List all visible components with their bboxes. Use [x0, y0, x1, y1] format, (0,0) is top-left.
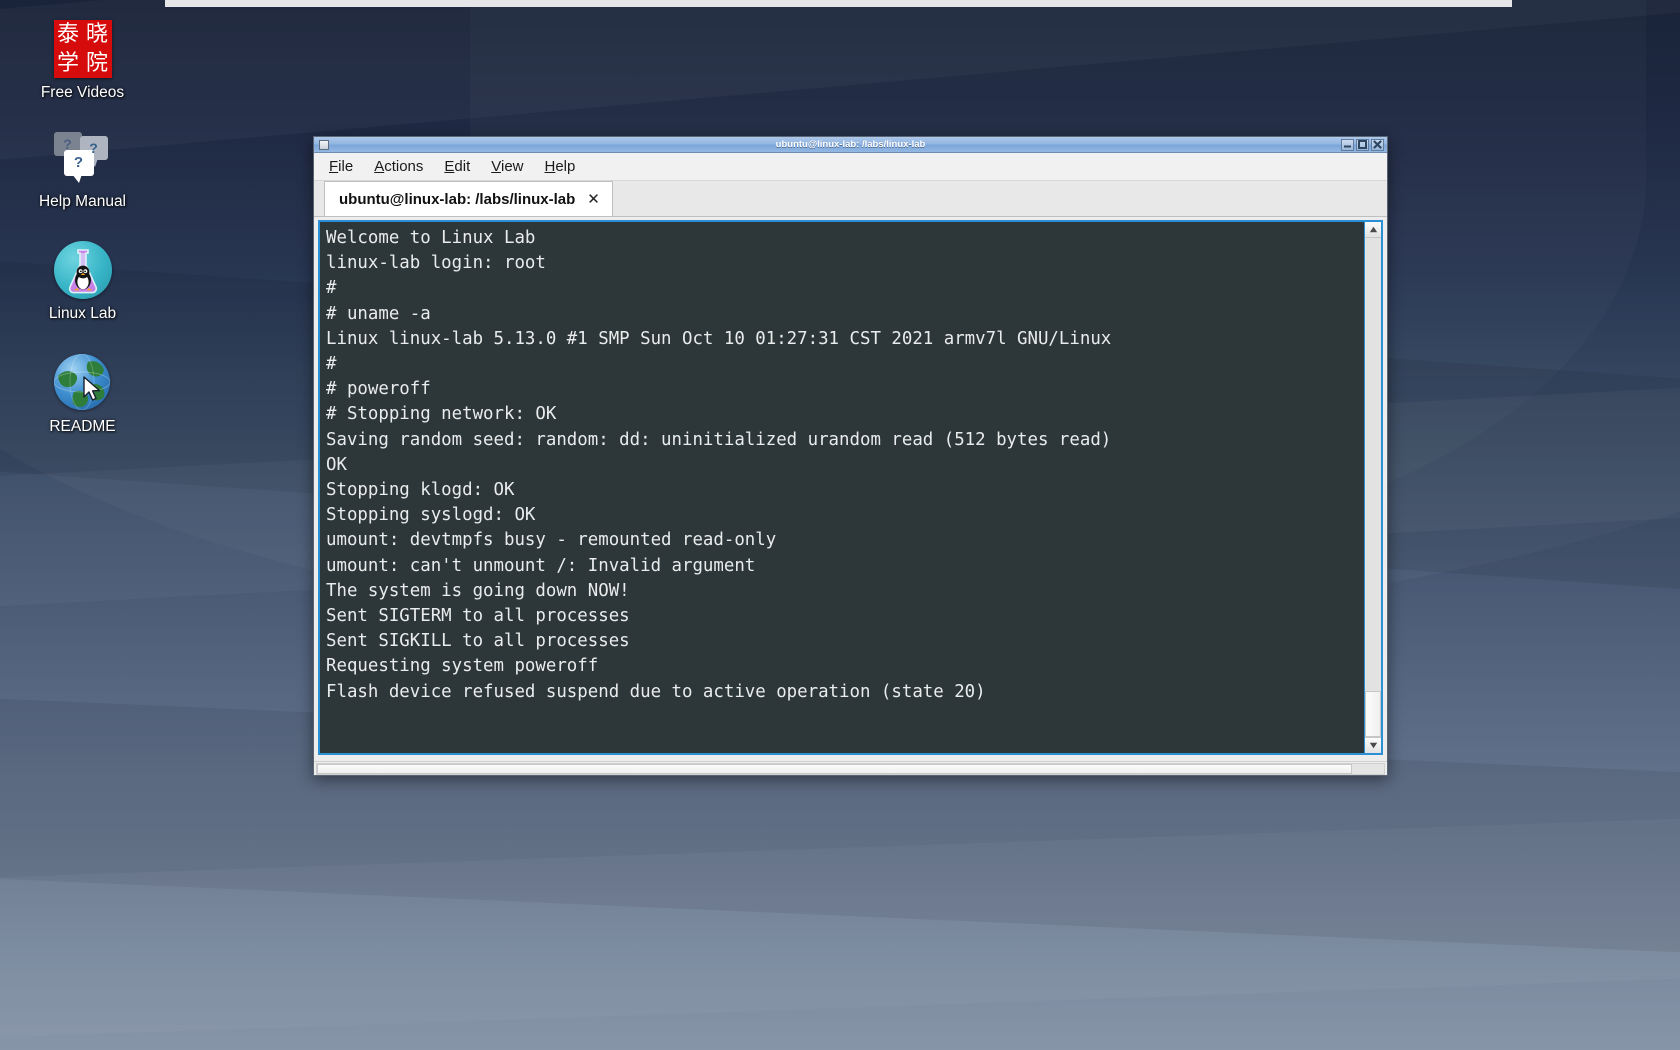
- desktop-icon-column: 泰 晓 学 院 Free Videos ? ? ? Help Manual Li…: [0, 8, 165, 442]
- terminal-line: linux-lab login: root: [326, 253, 546, 274]
- window-app-icon: [319, 139, 329, 150]
- seal-char: 院: [85, 50, 108, 76]
- terminal-line: Stopping klogd: OK: [326, 480, 515, 501]
- terminal-line: Sent SIGKILL to all processes: [326, 631, 630, 652]
- terminal-tab[interactable]: ubuntu@linux-lab: /labs/linux-lab ✕: [324, 181, 613, 216]
- flask-penguin-icon: [0, 239, 165, 301]
- scrollbar-thumb[interactable]: [1365, 691, 1381, 737]
- menu-item-edit[interactable]: Edit: [442, 156, 472, 177]
- desktop-icon-free-videos[interactable]: 泰 晓 学 院 Free Videos: [0, 8, 165, 109]
- terminal-line: Requesting system poweroff: [326, 656, 599, 677]
- maximize-button[interactable]: [1356, 138, 1369, 151]
- desktop-icon-readme[interactable]: README: [0, 330, 165, 443]
- terminal-line: OK: [326, 454, 347, 475]
- scroll-up-icon[interactable]: [1365, 222, 1381, 238]
- speech-bubbles-question-icon: ? ? ?: [0, 127, 165, 189]
- terminal-line: The system is going down NOW!: [326, 580, 630, 601]
- terminal-line: Saving random seed: random: dd: uninitia…: [326, 429, 1112, 450]
- close-button[interactable]: [1371, 138, 1384, 151]
- terminal-line: #: [326, 278, 337, 299]
- menu-item-label: iew: [500, 158, 524, 175]
- desktop-icon-help-manual[interactable]: ? ? ? Help Manual: [0, 109, 165, 218]
- desktop-icon-label: Help Manual: [38, 192, 127, 210]
- globe-cursor-icon: [0, 352, 165, 414]
- top-panel[interactable]: [165, 0, 1512, 7]
- desktop-icon-label: Linux Lab: [48, 305, 117, 323]
- vertical-scrollbar[interactable]: [1364, 220, 1383, 755]
- window-controls: [1341, 138, 1384, 151]
- tabstrip: ubuntu@linux-lab: /labs/linux-lab ✕: [314, 181, 1387, 217]
- menu-item-label: ctions: [384, 158, 424, 175]
- terminal-line: Linux linux-lab 5.13.0 #1 SMP Sun Oct 10…: [326, 328, 1112, 349]
- terminal-line: # uname -a: [326, 303, 431, 324]
- terminal-line: # Stopping network: OK: [326, 404, 557, 425]
- menu-item-actions[interactable]: Actions: [372, 156, 425, 177]
- desktop-icon-label: Free Videos: [40, 84, 125, 101]
- window-statusbar: [314, 761, 1387, 775]
- terminal-tab-label: ubuntu@linux-lab: /labs/linux-lab: [339, 190, 576, 208]
- menu-item-label: dit: [454, 158, 471, 175]
- window-title: ubuntu@linux-lab: /labs/linux-lab: [775, 139, 926, 150]
- horizontal-scrollbar[interactable]: [316, 762, 1385, 775]
- terminal-line: #: [326, 354, 337, 375]
- terminal-output[interactable]: Welcome to Linux Lab linux-lab login: roo…: [318, 220, 1364, 755]
- terminal-line: umount: can't unmount /: Invalid argumen…: [326, 555, 756, 576]
- desktop-icon-label: README: [49, 417, 116, 435]
- terminal-line: Flash device refused suspend due to acti…: [326, 681, 986, 702]
- menu-item-help[interactable]: Help: [543, 156, 578, 177]
- terminal-line: Stopping syslogd: OK: [326, 505, 536, 526]
- terminal-line: Welcome to Linux Lab: [326, 228, 536, 248]
- terminal-area: Welcome to Linux Lab linux-lab login: roo…: [314, 217, 1387, 761]
- scroll-down-icon[interactable]: [1365, 737, 1381, 753]
- desktop-icon-linux-lab[interactable]: Linux Lab: [0, 217, 165, 330]
- minimize-button[interactable]: [1341, 138, 1354, 151]
- menu-item-view[interactable]: View: [489, 156, 525, 177]
- menu-item-label: ile: [338, 158, 354, 175]
- seal-char: 泰: [56, 21, 79, 47]
- terminal-line: umount: devtmpfs busy - remounted read-o…: [326, 530, 777, 551]
- mouse-cursor-icon: [82, 376, 100, 401]
- seal-char: 晓: [85, 21, 108, 47]
- menubar: File Actions Edit View Help: [314, 153, 1387, 181]
- menu-item-label: elp: [555, 158, 576, 175]
- terminal-line: # poweroff: [326, 379, 431, 400]
- seal-char: 学: [56, 50, 79, 76]
- horizontal-scrollbar-thumb[interactable]: [317, 763, 1352, 774]
- seal-logo-icon: 泰 晓 学 院: [0, 18, 165, 80]
- tab-close-icon[interactable]: ✕: [587, 192, 600, 207]
- menu-item-file[interactable]: File: [327, 156, 355, 177]
- terminal-line: Sent SIGTERM to all processes: [326, 606, 630, 627]
- terminal-window: ubuntu@linux-lab: /labs/linux-lab File A…: [313, 136, 1388, 776]
- scrollbar-track[interactable]: [1365, 238, 1381, 737]
- window-titlebar[interactable]: ubuntu@linux-lab: /labs/linux-lab: [314, 137, 1387, 153]
